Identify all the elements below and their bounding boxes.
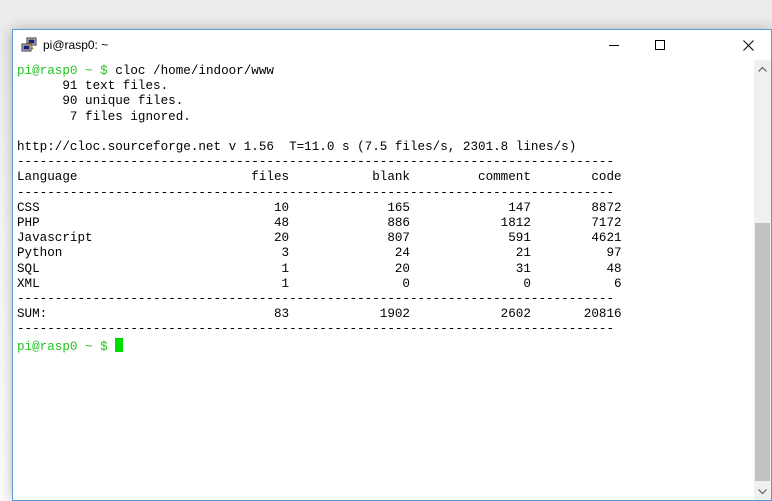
output-line: 91 text files. <box>17 79 169 94</box>
shell-prompt: pi@rasp0 ~ $ <box>17 339 108 354</box>
maximize-button[interactable] <box>637 30 683 60</box>
output-line: 7 files ignored. <box>17 109 191 124</box>
output-line: http://cloc.sourceforge.net v 1.56 T=11.… <box>17 140 577 155</box>
chevron-up-icon <box>758 66 767 72</box>
table-separator: ----------------------------------------… <box>17 185 615 200</box>
vertical-scrollbar[interactable] <box>754 60 771 500</box>
command-line: cloc /home/indoor/www <box>107 64 274 78</box>
putty-window: pi@rasp0: ~ pi@rasp0 ~ $ cloc /home/indo… <box>12 29 772 501</box>
table-row: Python 3 24 21 97 <box>17 246 622 261</box>
table-separator: ----------------------------------------… <box>17 155 615 170</box>
table-header-row: Language files blank comment code <box>17 170 622 185</box>
scroll-down-button[interactable] <box>754 483 771 500</box>
table-sum-row: SUM: 83 1902 2602 20816 <box>17 307 622 322</box>
table-separator: ----------------------------------------… <box>17 322 615 337</box>
close-icon <box>742 39 754 51</box>
window-title: pi@rasp0: ~ <box>43 38 109 52</box>
terminal-cursor <box>115 337 124 352</box>
table-separator: ----------------------------------------… <box>17 292 615 307</box>
title-bar[interactable]: pi@rasp0: ~ <box>13 30 771 60</box>
output-line: 90 unique files. <box>17 94 184 109</box>
table-row: CSS 10 165 147 8872 <box>17 200 622 215</box>
scrollbar-thumb[interactable] <box>755 223 770 481</box>
minimize-icon <box>609 45 619 46</box>
table-row: SQL 1 20 31 48 <box>17 261 622 276</box>
table-row: XML 1 0 0 6 <box>17 276 622 291</box>
close-button[interactable] <box>725 30 771 60</box>
chevron-down-icon <box>758 488 767 494</box>
minimize-button[interactable] <box>591 30 637 60</box>
scroll-up-button[interactable] <box>754 60 771 77</box>
table-row: PHP 48 886 1812 7172 <box>17 216 622 231</box>
maximize-icon <box>655 40 665 50</box>
table-row: Javascript 20 807 591 4621 <box>17 231 622 246</box>
putty-icon[interactable] <box>21 37 37 53</box>
terminal-text: pi@rasp0 ~ $ cloc /home/indoor/www 91 te… <box>13 60 754 355</box>
shell-prompt: pi@rasp0 ~ $ <box>17 64 108 78</box>
terminal-output[interactable]: pi@rasp0 ~ $ cloc /home/indoor/www 91 te… <box>13 60 754 500</box>
